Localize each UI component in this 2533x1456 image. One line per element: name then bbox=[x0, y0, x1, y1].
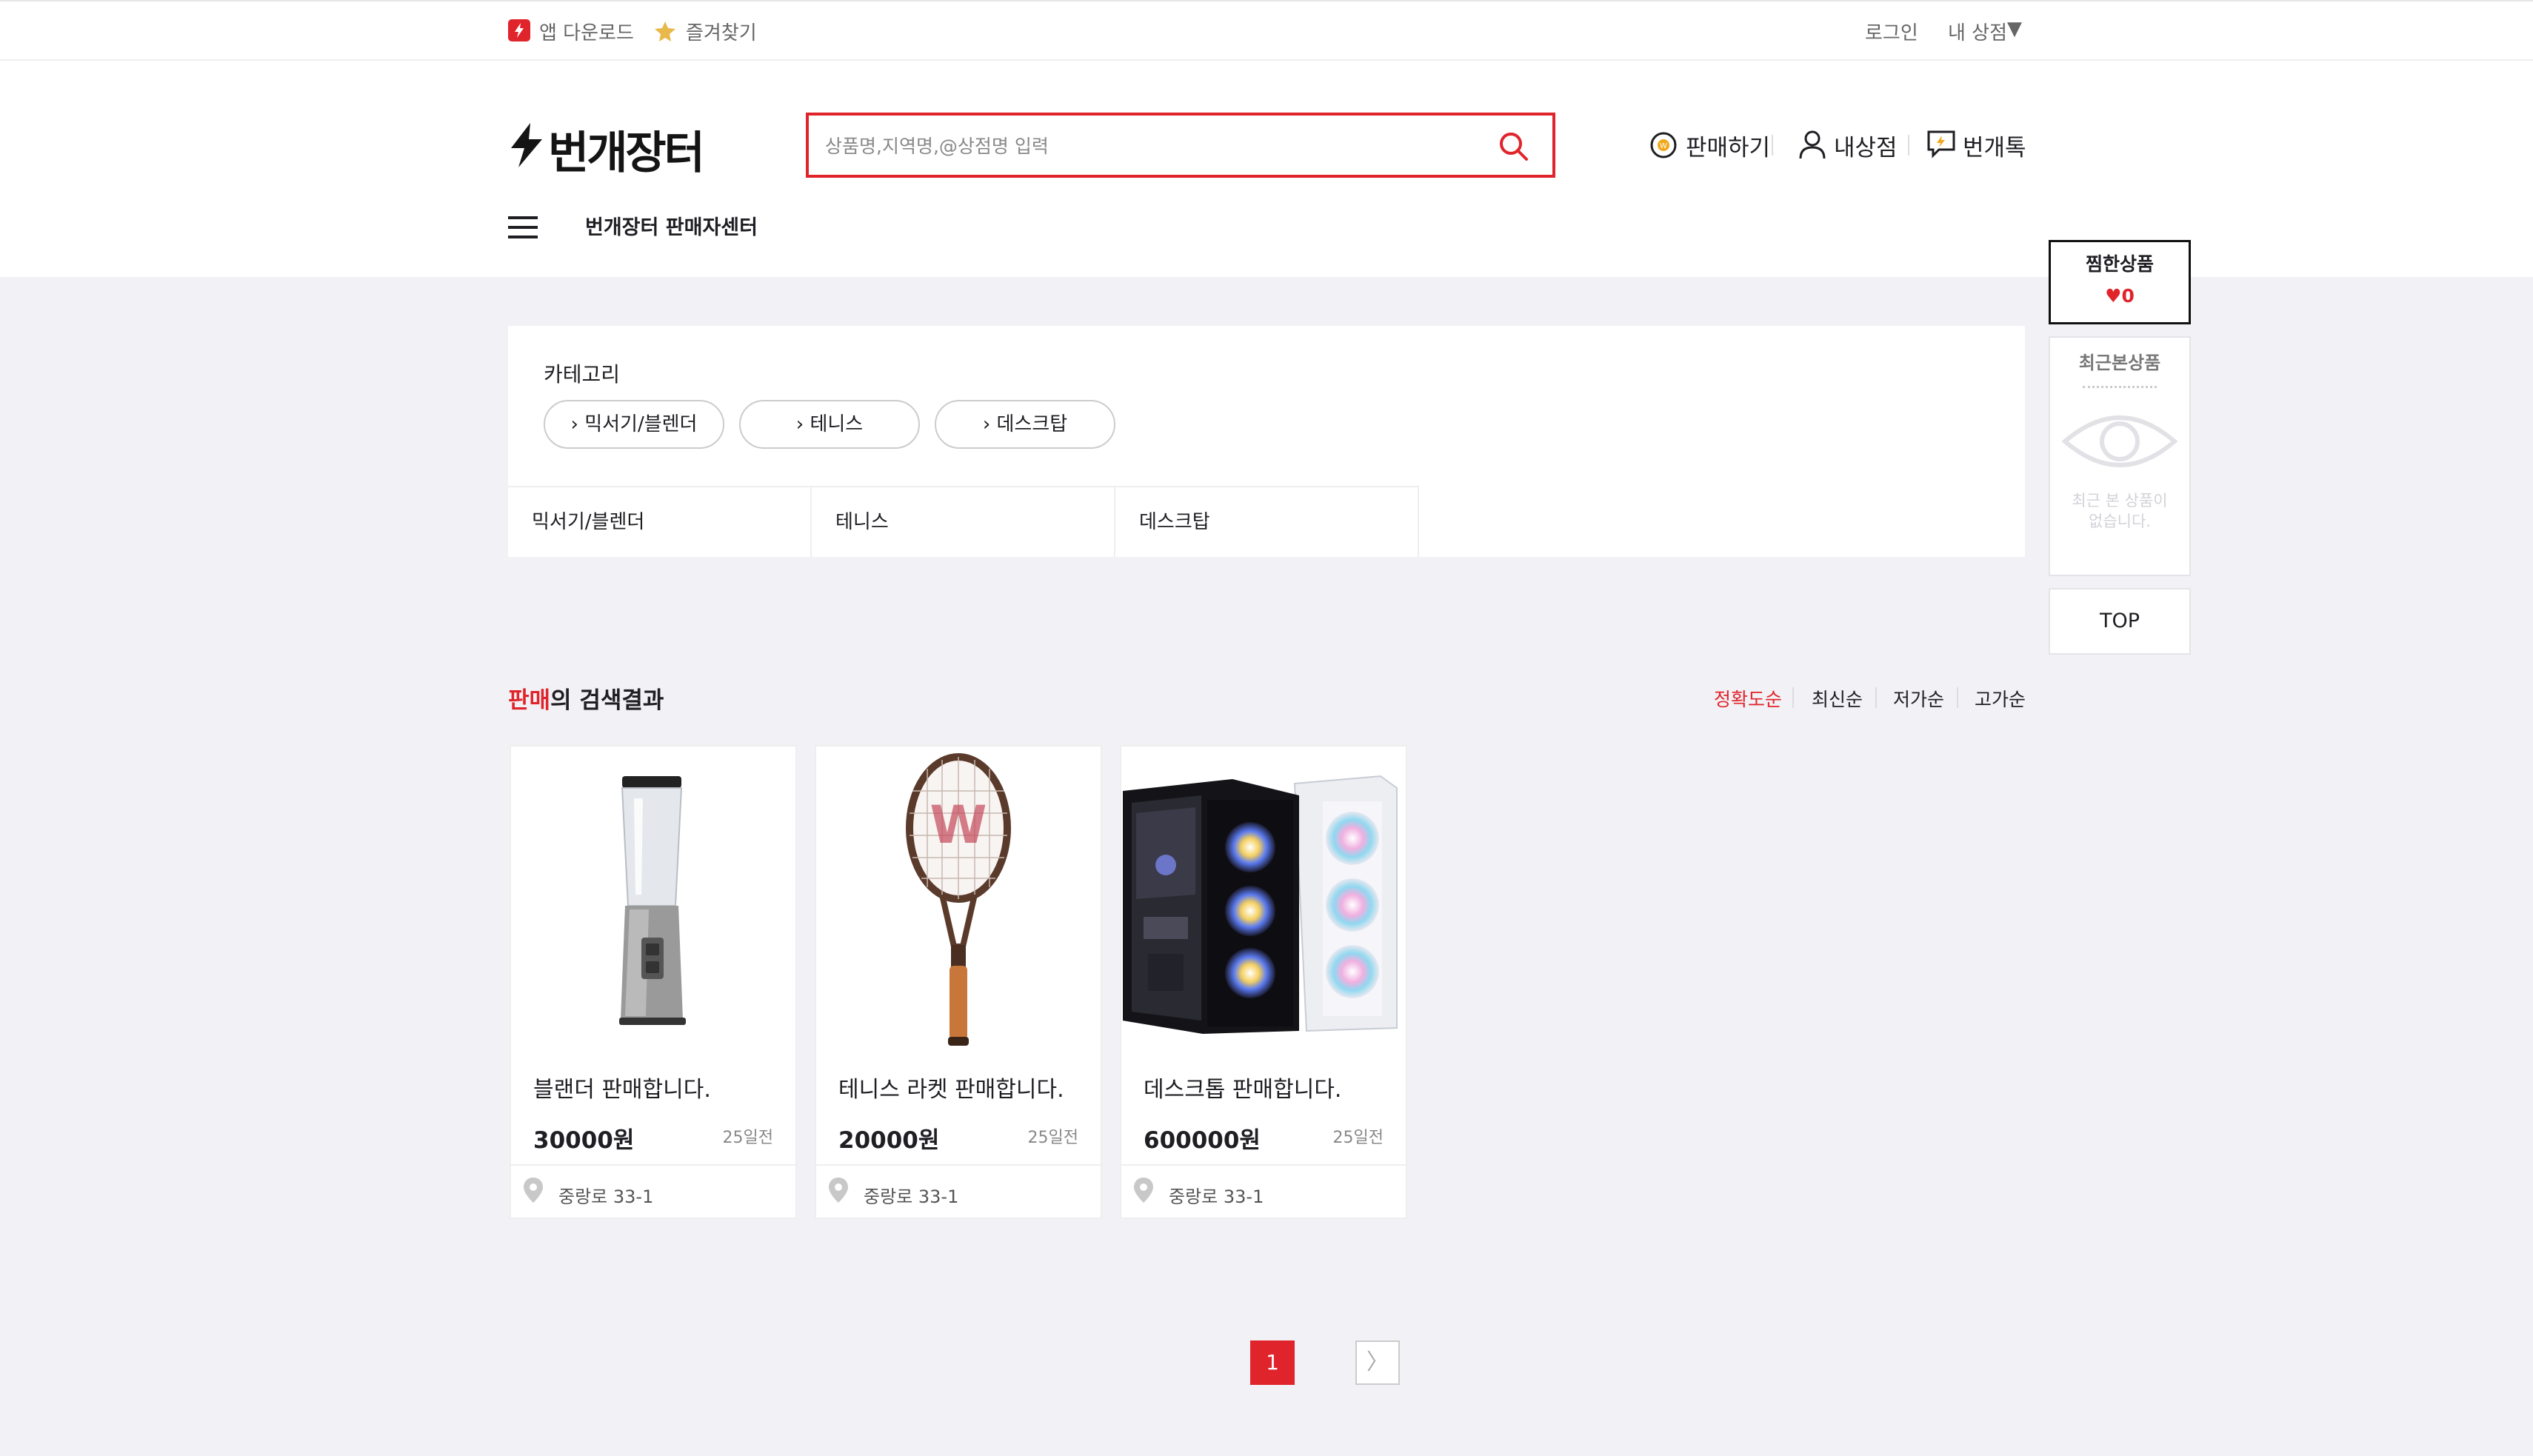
svg-text:W: W bbox=[1660, 142, 1667, 150]
recent-empty-text: 최근 본 상품이 없습니다. bbox=[2072, 492, 2168, 530]
divider bbox=[1875, 687, 1877, 708]
sort-newest[interactable]: 최신순 bbox=[1812, 685, 1863, 712]
product-location-bar: 중랑로 33-1 bbox=[816, 1164, 1101, 1218]
app-download-icon[interactable] bbox=[508, 19, 530, 41]
sort-high-price[interactable]: 고가순 bbox=[1975, 685, 2026, 712]
recent-viewed-box: 최근본상품 최근 본 상품이 없습니다. bbox=[2049, 336, 2191, 576]
product-time-ago: 25일전 bbox=[1027, 1129, 1078, 1147]
product-image-tennis-racket[interactable]: W bbox=[816, 747, 1101, 1053]
page-number-current[interactable]: 1 bbox=[1250, 1340, 1295, 1385]
product-time-ago: 25일전 bbox=[722, 1129, 773, 1147]
divider bbox=[1792, 687, 1794, 708]
top-utility-bar: 앱 다운로드 즐겨찾기 로그인 내 상점 ▼ bbox=[0, 0, 2533, 61]
sort-low-price[interactable]: 저가순 bbox=[1893, 685, 1944, 712]
sort-accuracy[interactable]: 정확도순 bbox=[1714, 685, 1782, 712]
login-link[interactable]: 로그인 bbox=[1865, 18, 1918, 45]
results-keyword: 판매 bbox=[508, 687, 551, 714]
svg-text:W: W bbox=[930, 795, 987, 855]
hamburger-menu-icon[interactable] bbox=[508, 215, 538, 243]
search-icon[interactable] bbox=[1498, 130, 1530, 166]
product-title[interactable]: 데스크톱 판매합니다. bbox=[1144, 1071, 1341, 1103]
my-shop-link[interactable]: 내상점 bbox=[1834, 129, 1898, 162]
product-image-blender[interactable] bbox=[511, 747, 795, 1053]
product-price: 30000원 bbox=[533, 1127, 635, 1154]
user-icon[interactable] bbox=[1797, 129, 1828, 163]
seller-center-link[interactable]: 번개장터 판매자센터 bbox=[585, 211, 758, 240]
sell-won-icon[interactable]: W bbox=[1649, 130, 1678, 163]
results-title: 판매의 검색결과 bbox=[508, 681, 664, 715]
eye-icon bbox=[2050, 406, 2189, 480]
subcategory-item[interactable]: 데스크탑 bbox=[1115, 486, 1419, 557]
category-pill[interactable]: › 테니스 bbox=[739, 400, 920, 449]
product-card[interactable]: W 테니스 라켓 판매합니다. 20000원 25일전 중랑로 33-1 bbox=[815, 745, 1102, 1219]
product-location: 중랑로 33-1 bbox=[864, 1186, 959, 1207]
product-image-desktop-pc[interactable] bbox=[1121, 747, 1406, 1053]
chevron-right-icon: › bbox=[982, 413, 991, 435]
location-pin-icon bbox=[521, 1176, 545, 1207]
chevron-down-icon[interactable]: ▼ bbox=[2007, 18, 2022, 40]
product-price: 600000원 bbox=[1144, 1127, 1261, 1154]
wishlist-box[interactable]: 찜한상품 ♥0 bbox=[2049, 240, 2191, 324]
product-location-bar: 중랑로 33-1 bbox=[1121, 1164, 1406, 1218]
category-pill[interactable]: › 믹서기/블렌더 bbox=[544, 400, 724, 449]
logo[interactable]: 번개장터 bbox=[548, 117, 705, 181]
product-title[interactable]: 블랜더 판매합니다. bbox=[533, 1071, 711, 1103]
results-suffix: 의 검색결과 bbox=[550, 687, 664, 714]
product-title[interactable]: 테니스 라켓 판매합니다. bbox=[838, 1071, 1064, 1103]
category-label: 카테고리 bbox=[544, 362, 621, 387]
subcategory-item[interactable]: 테니스 bbox=[812, 486, 1115, 557]
product-card[interactable]: 데스크톱 판매합니다. 600000원 25일전 중랑로 33-1 bbox=[1120, 745, 1407, 1219]
app-download-link[interactable]: 앱 다운로드 bbox=[539, 18, 634, 45]
favorites-link[interactable]: 즐겨찾기 bbox=[686, 18, 757, 45]
location-pin-icon bbox=[827, 1176, 850, 1207]
product-location: 중랑로 33-1 bbox=[558, 1186, 654, 1207]
location-pin-icon bbox=[1132, 1176, 1155, 1207]
category-panel: 카테고리 › 믹서기/블렌더 › 테니스 › 데스크탑 믹서기/블렌더 테니스 … bbox=[508, 326, 2025, 557]
next-page-button[interactable]: 〉 bbox=[1355, 1340, 1400, 1385]
chevron-right-icon: › bbox=[795, 413, 804, 435]
product-card[interactable]: 블랜더 판매합니다. 30000원 25일전 중랑로 33-1 bbox=[510, 745, 797, 1219]
star-icon[interactable] bbox=[653, 19, 677, 46]
top-button[interactable]: TOP bbox=[2049, 588, 2191, 655]
wishlist-count: 0 bbox=[2121, 285, 2135, 307]
category-pill[interactable]: › 데스크탑 bbox=[935, 400, 1115, 449]
subcategory-item[interactable]: 믹서기/블렌더 bbox=[508, 486, 812, 557]
wishlist-title: 찜한상품 bbox=[2085, 253, 2154, 275]
talk-link[interactable]: 번개톡 bbox=[1963, 129, 2026, 162]
divider bbox=[1772, 135, 1773, 156]
wishlist-count-row: ♥0 bbox=[2051, 285, 2189, 307]
product-price: 20000원 bbox=[838, 1127, 940, 1154]
divider bbox=[1957, 687, 1958, 708]
sell-link[interactable]: 판매하기 bbox=[1686, 129, 1770, 162]
product-location: 중랑로 33-1 bbox=[1169, 1186, 1264, 1207]
my-store-link[interactable]: 내 상점 bbox=[1948, 18, 2007, 45]
divider bbox=[1908, 135, 1909, 156]
chevron-right-icon: › bbox=[570, 413, 578, 435]
divider bbox=[2083, 386, 2157, 388]
search-input[interactable] bbox=[824, 116, 1478, 176]
heart-icon: ♥ bbox=[2105, 285, 2122, 307]
lightning-logo-icon[interactable] bbox=[508, 123, 545, 170]
product-time-ago: 25일전 bbox=[1332, 1129, 1384, 1147]
chat-icon[interactable] bbox=[1926, 129, 1957, 163]
product-location-bar: 중랑로 33-1 bbox=[511, 1164, 795, 1218]
search-bar bbox=[806, 113, 1555, 178]
recent-title: 최근본상품 bbox=[2078, 353, 2161, 373]
